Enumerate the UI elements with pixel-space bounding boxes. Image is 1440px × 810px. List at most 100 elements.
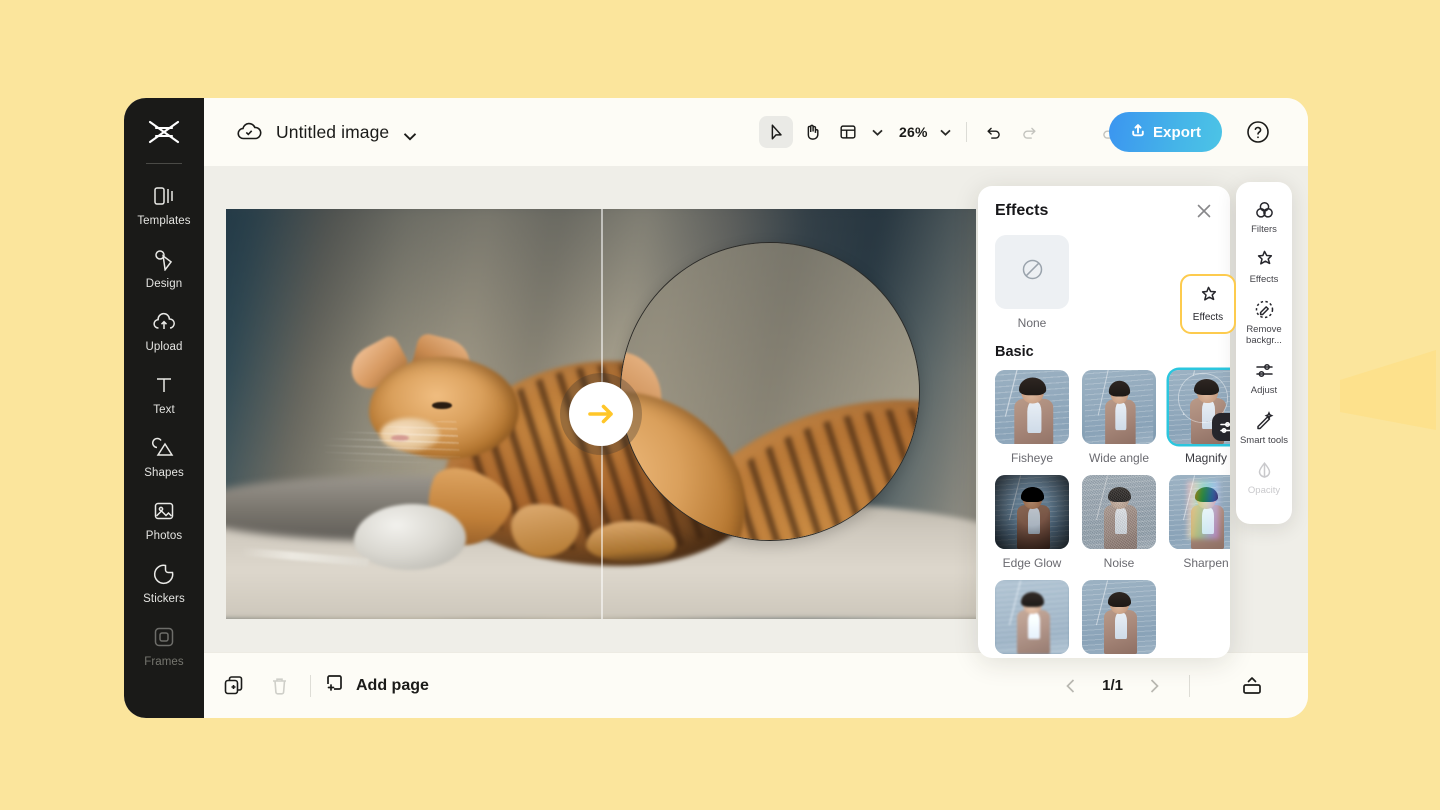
effect-thumbnail	[995, 475, 1069, 549]
highlight-beam	[1340, 350, 1436, 430]
right-toolbar: Filters Effects Remove backgr... Adjust …	[1236, 182, 1292, 524]
rail-item-adjust[interactable]: Adjust	[1238, 353, 1290, 403]
help-circle-icon[interactable]	[1245, 119, 1271, 145]
page-indicator: 1/1	[1102, 677, 1123, 694]
sidebar-item-photos[interactable]: Photos	[130, 489, 198, 549]
hand-tool[interactable]	[795, 116, 829, 148]
rail-item-effects[interactable]: Effects	[1238, 242, 1290, 292]
export-upload-icon	[1130, 122, 1146, 142]
chevron-down-icon[interactable]	[403, 128, 417, 140]
effect-none-label: None	[1017, 316, 1047, 330]
effect-item-magnify[interactable]: Magnify	[1169, 370, 1230, 465]
effect-label: Magnify	[1184, 451, 1228, 465]
capcut-logo[interactable]	[142, 112, 186, 152]
duplicate-page-icon[interactable]	[216, 669, 250, 703]
sidebar-label: Upload	[145, 341, 183, 353]
effect-thumbnail	[1169, 370, 1230, 444]
sidebar-item-stickers[interactable]: Stickers	[130, 552, 198, 612]
rail-label: Remove backgr...	[1246, 323, 1282, 346]
effect-item-sharpen-2[interactable]: Sharpen	[1082, 580, 1156, 658]
rail-item-smart-tools[interactable]: Smart tools	[1238, 403, 1290, 453]
sidebar-item-design[interactable]: Design	[130, 237, 198, 297]
effect-item-tender[interactable]: Tender	[995, 580, 1069, 658]
effects-highlight-callout[interactable]: Effects	[1180, 274, 1236, 334]
effect-thumbnail	[995, 580, 1069, 654]
rail-label: Opacity	[1247, 484, 1281, 496]
toolbar-tools: 26%	[759, 116, 1127, 148]
effect-label: Noise	[1103, 556, 1135, 570]
effect-item-sharpen[interactable]: Sharpen	[1169, 475, 1230, 570]
collapse-panel-icon[interactable]	[1240, 674, 1264, 698]
sidebar-item-templates[interactable]: Templates	[130, 174, 198, 234]
layout-chevron-down-icon[interactable]	[867, 118, 887, 146]
document-title-group[interactable]: Untitled image	[236, 119, 417, 145]
smart-tools-icon	[1253, 410, 1275, 432]
select-tool[interactable]	[759, 116, 793, 148]
zoom-chevron-down-icon[interactable]	[936, 118, 956, 146]
rail-item-opacity[interactable]: Opacity	[1238, 453, 1290, 503]
sidebar-item-upload[interactable]: Upload	[130, 300, 198, 360]
undo-button[interactable]	[977, 116, 1011, 148]
close-icon[interactable]	[1195, 202, 1213, 220]
remove-bg-icon	[1253, 299, 1275, 321]
rail-item-filters[interactable]: Filters	[1238, 192, 1290, 242]
sidebar-label: Shapes	[144, 467, 184, 479]
effect-thumbnail	[995, 370, 1069, 444]
none-swatch[interactable]	[995, 235, 1069, 309]
effect-thumbnail	[1082, 580, 1156, 654]
effect-item-edge-glow[interactable]: Edge Glow	[995, 475, 1069, 570]
redo-button[interactable]	[1013, 116, 1047, 148]
top-header: Untitled image 26% Export	[204, 98, 1308, 166]
shapes-icon	[151, 435, 177, 461]
filters-icon	[1253, 199, 1275, 221]
trash-icon[interactable]	[262, 669, 296, 703]
pager-divider	[1189, 674, 1190, 697]
cloud-saved-icon	[236, 119, 262, 145]
effect-item-wide-angle[interactable]: Wide angle	[1082, 370, 1156, 465]
effect-none-option[interactable]: None	[995, 235, 1069, 330]
rail-label: Filters	[1251, 224, 1277, 235]
effects-star-icon	[1253, 249, 1275, 271]
export-button[interactable]: Export	[1109, 112, 1222, 152]
effect-label: Sharpen	[1183, 556, 1229, 570]
rail-item-remove-background[interactable]: Remove backgr...	[1238, 292, 1290, 353]
chevron-left-icon[interactable]	[1062, 677, 1080, 695]
effect-thumbnail	[1082, 370, 1156, 444]
add-page-button[interactable]: Add page	[325, 673, 429, 698]
compare-slider-handle[interactable]	[569, 382, 633, 446]
bottom-bar: Add page 1/1	[204, 652, 1308, 718]
effect-label: Edge Glow	[1002, 556, 1062, 570]
effects-section-title: Basic	[995, 344, 1034, 360]
effect-thumbnail	[1082, 475, 1156, 549]
none-slash-icon	[1020, 257, 1045, 287]
app-window: Templates Design Upload Text Shapes Phot…	[124, 98, 1436, 718]
arrow-right-icon	[588, 404, 613, 424]
rail-label: Adjust	[1250, 384, 1278, 396]
layout-tool[interactable]	[831, 116, 865, 148]
export-label: Export	[1152, 123, 1202, 141]
effects-star-icon	[1197, 285, 1219, 307]
design-icon	[151, 246, 177, 272]
effect-item-fisheye[interactable]: Fisheye	[995, 370, 1069, 465]
artboard[interactable]	[226, 209, 976, 619]
page-navigation: 1/1	[1062, 674, 1190, 697]
effect-adjust-badge[interactable]	[1212, 413, 1230, 441]
chevron-right-icon[interactable]	[1145, 677, 1163, 695]
callout-label: Effects	[1192, 311, 1224, 323]
toolbar-divider	[965, 122, 967, 142]
effects-panel-title: Effects	[995, 202, 1049, 219]
sidebar-label: Text	[153, 404, 175, 416]
stickers-icon	[151, 561, 177, 587]
sidebar-label: Photos	[145, 530, 183, 542]
sidebar-item-text[interactable]: Text	[130, 363, 198, 423]
bottom-divider	[310, 674, 311, 697]
sidebar-item-frames[interactable]: Frames	[130, 615, 198, 675]
effect-thumbnail	[1169, 475, 1230, 549]
sidebar-label: Design	[145, 278, 183, 290]
sidebar-label: Frames	[144, 656, 184, 668]
effect-label: Fisheye	[1010, 451, 1054, 465]
effect-item-noise[interactable]: Noise	[1082, 475, 1156, 570]
templates-icon	[151, 183, 177, 209]
magnify-lens[interactable]	[619, 241, 920, 542]
sidebar-item-shapes[interactable]: Shapes	[130, 426, 198, 486]
